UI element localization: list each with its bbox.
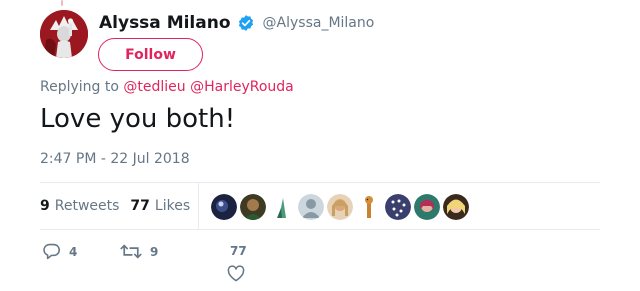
liker-avatar-1[interactable] [211, 194, 237, 220]
mention-link-tedlieu[interactable]: @tedlieu [123, 79, 185, 95]
verified-badge-icon [237, 14, 255, 32]
like-button[interactable] [227, 265, 245, 282]
liker-avatar-7[interactable] [385, 194, 411, 220]
top-edge-mark [61, 0, 63, 6]
retweets-label: Retweets [54, 198, 120, 214]
liker-avatar-9[interactable] [443, 194, 469, 220]
author-display-name[interactable]: Alyssa Milano [99, 13, 231, 33]
stats-divider-top [40, 182, 600, 183]
likes-label: Likes [154, 198, 191, 214]
reply-count: 4 [69, 244, 78, 259]
retweets-count: 9 [40, 198, 50, 214]
like-count: 77 [230, 244, 247, 258]
retweet-icon [120, 244, 142, 259]
liker-avatar-4[interactable] [298, 194, 324, 220]
liker-avatar-3[interactable] [269, 194, 295, 220]
tweet-text: Love you both! [40, 104, 236, 134]
liker-avatar-5[interactable] [327, 194, 353, 220]
statue-of-liberty-icon [40, 10, 88, 58]
stats-divider-bottom [40, 229, 600, 230]
author-handle[interactable]: @Alyssa_Milano [263, 15, 375, 31]
reply-icon [43, 243, 60, 260]
likes-stat[interactable]: 77 Likes [130, 198, 190, 214]
reply-button[interactable]: 4 [42, 243, 77, 260]
liker-avatar-6[interactable] [356, 194, 382, 220]
likes-count: 77 [130, 198, 150, 214]
follow-button[interactable]: Follow [98, 38, 203, 71]
author-avatar[interactable] [40, 10, 88, 58]
replying-to-line: Replying to @tedlieu @HarleyRouda [40, 79, 294, 95]
replying-to-prefix: Replying to [40, 79, 119, 95]
liker-avatar-2[interactable] [240, 194, 266, 220]
mention-link-harleyrouda[interactable]: @HarleyRouda [190, 79, 294, 95]
retweets-stat[interactable]: 9 Retweets [40, 198, 119, 214]
retweet-button[interactable]: 9 [120, 243, 158, 260]
tweet-stats: 9 Retweets 77 Likes [40, 196, 190, 216]
heart-icon [227, 265, 245, 282]
liker-avatar-8[interactable] [414, 194, 440, 220]
likers-avatar-list [211, 194, 472, 220]
stats-separator [198, 183, 199, 229]
tweet-timestamp[interactable]: 2:47 PM - 22 Jul 2018 [40, 151, 190, 167]
retweet-count: 9 [150, 244, 159, 259]
author-name-row: Alyssa Milano @Alyssa_Milano [99, 12, 374, 34]
